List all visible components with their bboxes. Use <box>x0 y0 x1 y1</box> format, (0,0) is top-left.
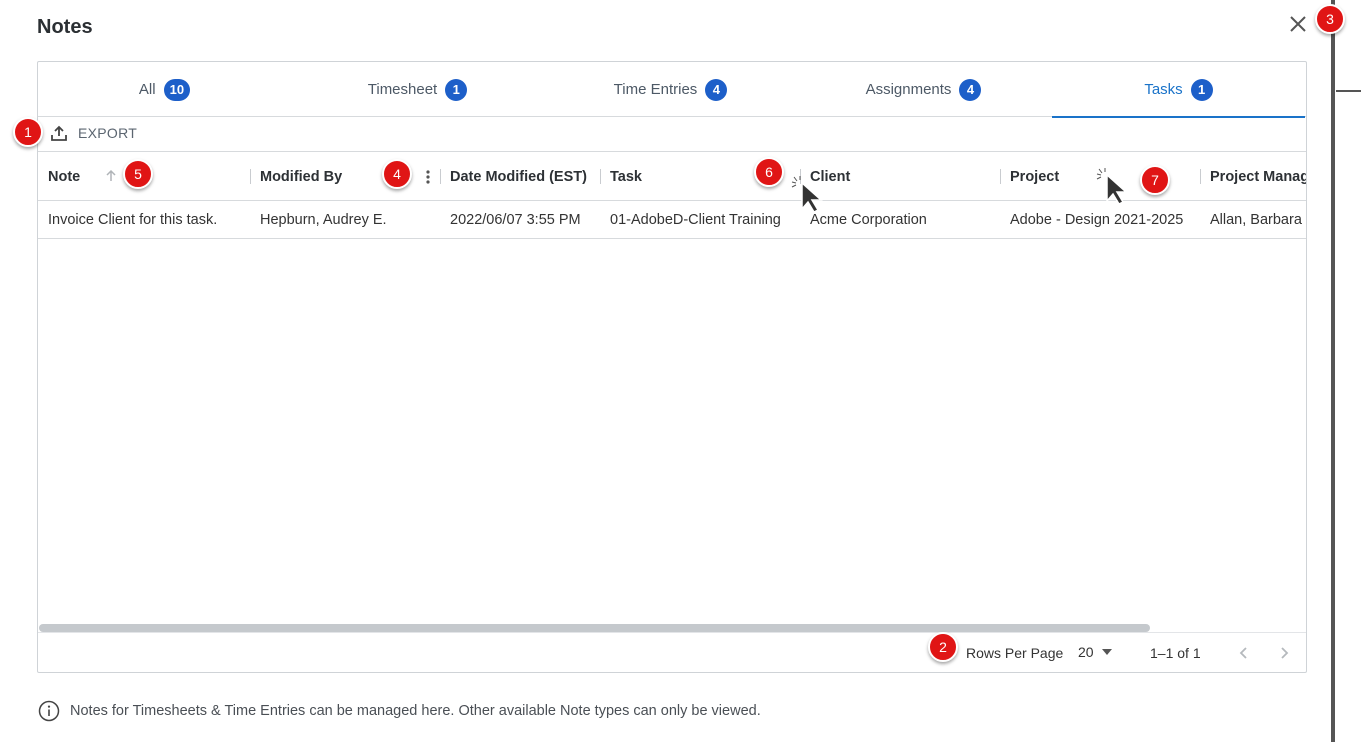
column-menu-icon[interactable] <box>422 168 434 191</box>
cell-modified-by: Hepburn, Audrey E. <box>260 211 387 228</box>
column-header-project-manager[interactable]: Project Manag <box>1210 152 1306 200</box>
count-badge: 1 <box>1190 78 1213 101</box>
horizontal-scrollbar[interactable] <box>39 624 1150 632</box>
info-text: Notes for Timesheets & Time Entries can … <box>70 703 761 719</box>
cell-date-modified: 2022/06/07 3:55 PM <box>450 211 581 228</box>
count-badge: 1 <box>445 78 468 101</box>
table-row[interactable]: Invoice Client for this task. Hepburn, A… <box>38 201 1306 239</box>
column-separator[interactable] <box>1000 169 1001 184</box>
export-button[interactable]: EXPORT <box>50 124 137 142</box>
column-separator[interactable] <box>600 169 601 184</box>
column-separator[interactable] <box>1200 169 1201 184</box>
tab-time-entries[interactable]: Time Entries 4 <box>544 62 797 117</box>
info-icon <box>38 700 60 722</box>
tab-all[interactable]: All 10 <box>38 62 291 117</box>
next-page-button[interactable] <box>1274 643 1294 663</box>
count-badge: 4 <box>705 78 728 101</box>
cell-client: Acme Corporation <box>810 211 927 228</box>
count-badge: 10 <box>163 78 191 101</box>
tab-label: All <box>138 81 156 98</box>
caret-down-icon <box>1101 649 1112 655</box>
table-footer: Rows Per Page 20 1–1 of 1 <box>38 632 1306 672</box>
column-separator[interactable] <box>440 169 441 184</box>
column-separator[interactable] <box>250 169 251 184</box>
tab-label: Tasks <box>1144 81 1183 98</box>
info-note: Notes for Timesheets & Time Entries can … <box>38 700 761 722</box>
column-label: Task <box>610 168 642 185</box>
column-label: Project Manag <box>1210 168 1306 185</box>
tab-label: Assignments <box>865 81 952 98</box>
chevron-left-icon <box>1239 647 1247 659</box>
column-label: Date Modified (EST) <box>450 168 587 185</box>
background-window-line <box>1336 90 1361 92</box>
annotation-marker: 4 <box>382 159 412 189</box>
pagination-range: 1–1 of 1 <box>1150 645 1201 661</box>
annotation-marker: 6 <box>754 157 784 187</box>
column-header-note[interactable]: Note <box>48 152 81 200</box>
cell-task: 01-AdobeD-Client Training <box>610 211 781 228</box>
column-header-modified-by[interactable]: Modified By <box>260 152 343 200</box>
background-window-edge <box>1331 0 1335 742</box>
annotation-marker: 1 <box>13 117 43 147</box>
column-label: Modified By <box>260 168 343 185</box>
tab-timesheet[interactable]: Timesheet 1 <box>291 62 544 117</box>
toolbar: EXPORT <box>38 118 1306 152</box>
previous-page-button[interactable] <box>1234 643 1254 663</box>
upload-icon <box>51 125 67 141</box>
rows-per-page-value: 20 <box>1078 644 1094 660</box>
rows-per-page-label: Rows Per Page <box>966 645 1064 661</box>
column-label: Project <box>1010 168 1060 185</box>
annotation-marker: 2 <box>928 632 958 662</box>
mouse-cursor-icon <box>1096 168 1128 205</box>
tab-label: Timesheet <box>367 81 438 98</box>
tab-bar: All 10 Timesheet 1 Time Entries 4 Assign… <box>38 62 1306 118</box>
annotation-marker: 3 <box>1315 4 1345 34</box>
export-label: EXPORT <box>78 125 138 141</box>
count-badge: 4 <box>959 78 982 101</box>
dialog-title: Notes <box>37 16 93 38</box>
sort-arrow-icon[interactable] <box>104 169 118 188</box>
column-label: Note <box>48 168 81 185</box>
cell-note: Invoice Client for this task. <box>48 211 218 228</box>
cell-project: Adobe - Design 2021-2025 <box>1010 211 1184 228</box>
mouse-cursor-icon <box>791 176 823 213</box>
annotation-marker: 7 <box>1140 165 1170 195</box>
tab-tasks[interactable]: Tasks 1 <box>1052 62 1305 118</box>
column-header-project[interactable]: Project <box>1010 152 1060 200</box>
annotation-marker: 5 <box>123 159 153 189</box>
notes-panel: All 10 Timesheet 1 Time Entries 4 Assign… <box>37 61 1307 673</box>
tab-label: Time Entries <box>613 81 698 98</box>
column-header-task[interactable]: Task <box>610 152 642 200</box>
rows-per-page-select[interactable]: 20 <box>1078 644 1112 660</box>
chevron-right-icon <box>1281 647 1289 659</box>
cell-project-manager: Allan, Barbara <box>1210 211 1302 228</box>
close-icon <box>1290 16 1306 32</box>
column-header-date-modified[interactable]: Date Modified (EST) <box>450 152 587 200</box>
tab-assignments[interactable]: Assignments 4 <box>797 62 1050 117</box>
close-button[interactable] <box>1286 12 1310 36</box>
